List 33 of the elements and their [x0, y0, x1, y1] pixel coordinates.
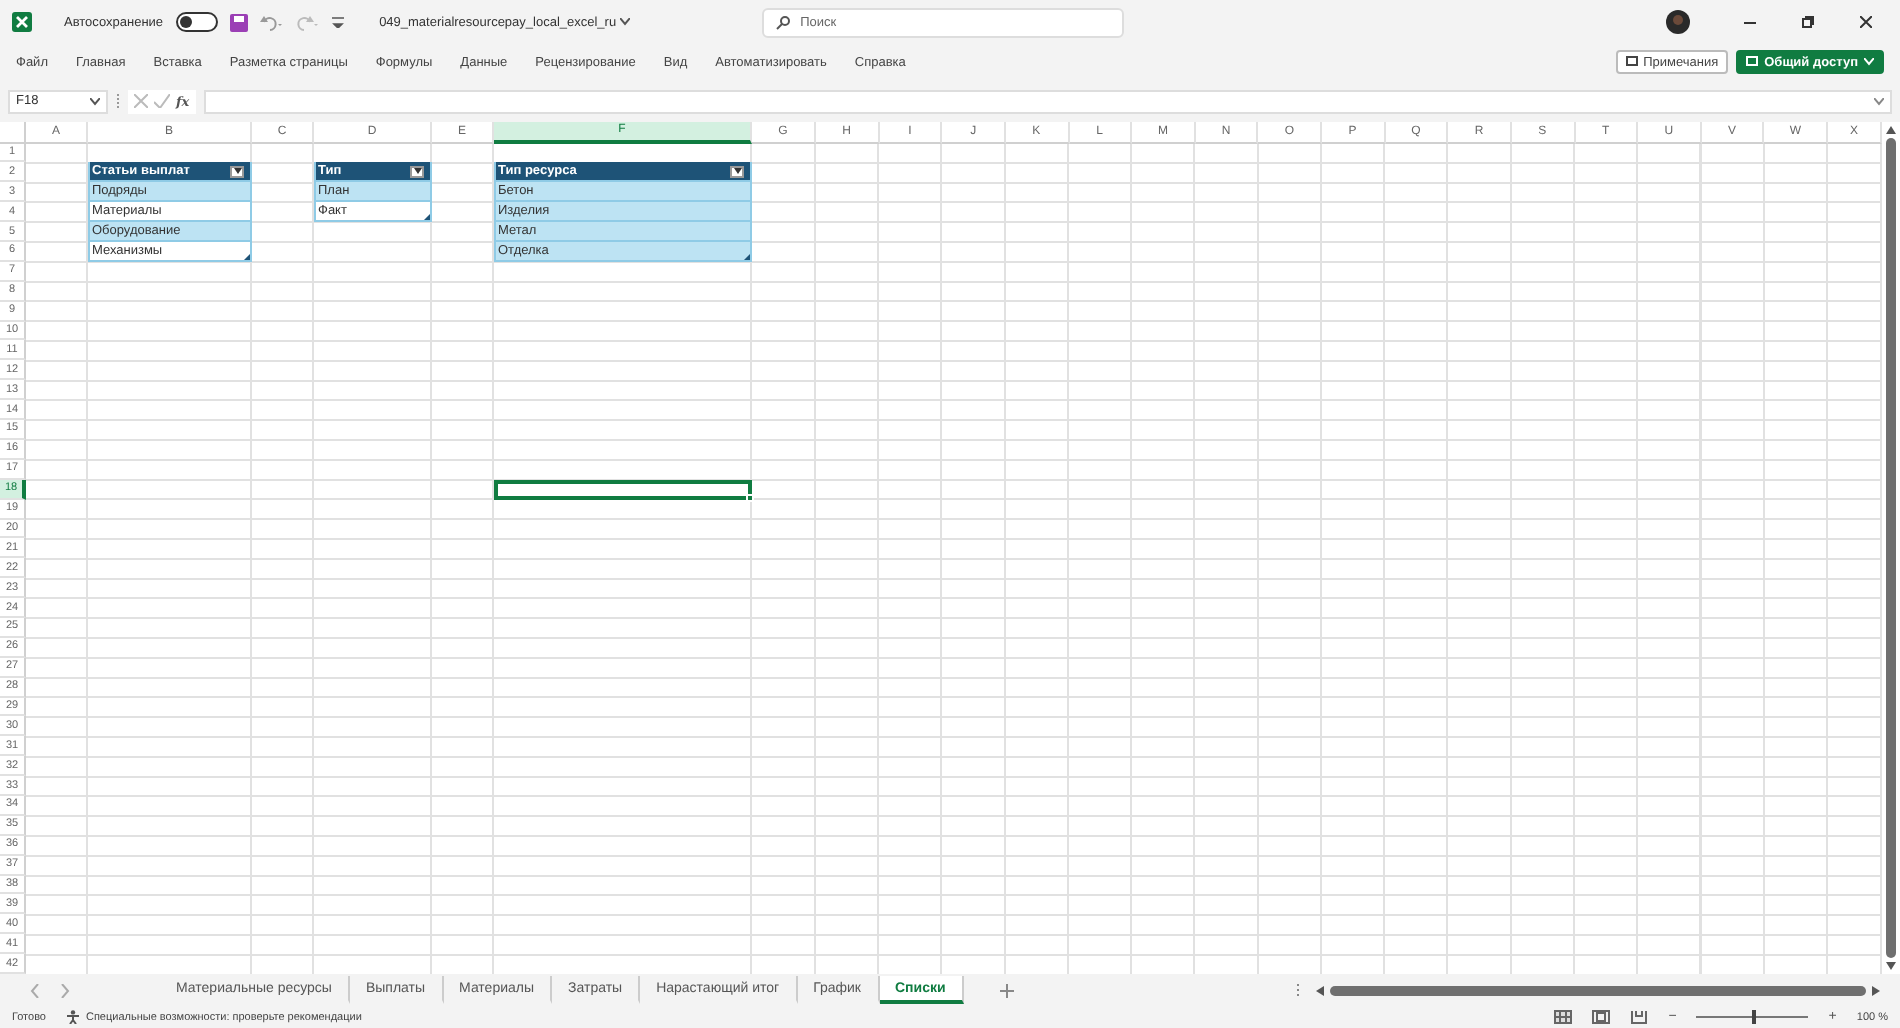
caret-icon	[233, 168, 241, 175]
scroll-right-icon[interactable]	[1872, 985, 1880, 996]
normal-view-icon[interactable]	[1554, 1010, 1573, 1025]
comment-icon	[1625, 56, 1638, 69]
save-icon[interactable]	[229, 13, 248, 32]
filter-dropdown[interactable]	[410, 165, 424, 178]
caret-icon	[413, 168, 421, 175]
resize-handle-icon	[244, 253, 250, 260]
accessibility-icon	[65, 1010, 80, 1025]
resize-handle-icon	[744, 253, 750, 260]
scroll-left-icon[interactable]	[1316, 985, 1324, 996]
avatar-icon[interactable]	[1666, 10, 1690, 35]
selected-cell[interactable]	[494, 479, 752, 500]
vertical-scrollbar[interactable]	[1882, 121, 1900, 975]
filter-dropdown[interactable]	[230, 165, 244, 178]
share-icon	[1746, 56, 1759, 69]
page-break-icon[interactable]	[1630, 1010, 1649, 1025]
caret-icon	[733, 168, 741, 175]
autosave-toggle[interactable]	[175, 12, 218, 33]
caret-icon[interactable]	[620, 18, 631, 27]
excel-logo-icon	[12, 12, 32, 33]
caret-icon	[1864, 58, 1874, 67]
customize-icon[interactable]	[331, 16, 344, 29]
expand-icon	[1874, 97, 1884, 106]
search-icon	[776, 15, 791, 30]
add-sheet-icon[interactable]	[999, 983, 1014, 998]
page-layout-icon[interactable]	[1592, 1010, 1611, 1025]
resize-handle-icon	[424, 214, 430, 221]
horizontal-scrollbar[interactable]	[1316, 983, 1880, 998]
formula-field[interactable]	[203, 89, 1892, 114]
filter-dropdown[interactable]	[730, 165, 744, 178]
drag-handle-icon	[116, 93, 120, 110]
fill-handle[interactable]	[746, 493, 754, 502]
